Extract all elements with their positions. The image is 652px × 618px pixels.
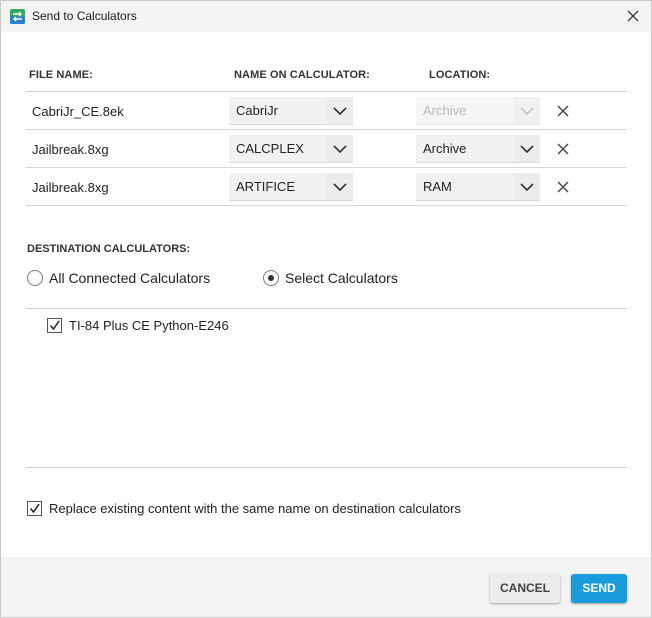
row-divider [26, 129, 627, 130]
calc-name-select[interactable]: ARTIFICE [229, 173, 353, 201]
send-to-calculators-dialog: Send to Calculators FILE NAME: NAME ON C… [0, 0, 652, 618]
header-location: LOCATION: [429, 69, 491, 81]
header-file-name: FILE NAME: [29, 69, 93, 81]
location-value: RAM [423, 179, 452, 194]
chevron-down-icon[interactable] [514, 173, 540, 200]
close-icon[interactable] [623, 6, 643, 26]
replace-existing-checkbox[interactable] [27, 501, 42, 516]
chevron-down-icon[interactable] [327, 97, 353, 124]
transfer-app-icon [10, 9, 25, 24]
radio-selected-dot [268, 275, 274, 281]
file-name-cell: Jailbreak.8xg [32, 180, 109, 195]
cancel-button[interactable]: CANCEL [490, 574, 560, 603]
location-select[interactable]: RAM [416, 173, 540, 201]
row-divider [26, 205, 627, 206]
radio-select-calculators[interactable] [263, 270, 279, 286]
header-name-on-calculator: NAME ON CALCULATOR: [234, 69, 370, 81]
location-select: Archive [416, 97, 540, 125]
remove-row-icon[interactable] [556, 142, 570, 156]
send-button[interactable]: SEND [571, 574, 627, 603]
window-title: Send to Calculators [32, 9, 137, 23]
chevron-down-icon[interactable] [514, 135, 540, 162]
title-bar: Send to Calculators [1, 1, 651, 32]
location-value: Archive [423, 141, 467, 156]
location-select[interactable]: Archive [416, 135, 540, 163]
file-name-cell: CabriJr_CE.8ek [32, 104, 124, 119]
chevron-down-icon[interactable] [327, 173, 353, 200]
section-divider [26, 308, 627, 309]
checkmark-icon [29, 503, 40, 514]
table-divider [26, 91, 627, 92]
calc-name-value: ARTIFICE [236, 179, 295, 194]
calc-name-value: CALCPLEX [236, 141, 304, 156]
calc-name-select[interactable]: CALCPLEX [229, 135, 353, 163]
file-name-cell: Jailbreak.8xg [32, 142, 109, 157]
chevron-down-icon [514, 97, 540, 124]
location-value: Archive [423, 103, 467, 118]
destination-label: DESTINATION CALCULATORS: [27, 243, 191, 255]
remove-row-icon[interactable] [556, 180, 570, 194]
calculator-checkbox[interactable] [47, 318, 62, 333]
radio-all-connected[interactable] [27, 270, 43, 286]
chevron-down-icon[interactable] [327, 135, 353, 162]
calc-name-select[interactable]: CabriJr [229, 97, 353, 125]
calculator-label[interactable]: TI-84 Plus CE Python-E246 [69, 318, 229, 333]
radio-all-connected-label[interactable]: All Connected Calculators [49, 270, 210, 286]
radio-select-calculators-label[interactable]: Select Calculators [285, 270, 398, 286]
remove-row-icon[interactable] [556, 104, 570, 118]
checkmark-icon [49, 320, 60, 331]
row-divider [26, 167, 627, 168]
section-divider [26, 467, 627, 468]
replace-existing-label[interactable]: Replace existing content with the same n… [49, 501, 461, 516]
calc-name-value: CabriJr [236, 103, 278, 118]
